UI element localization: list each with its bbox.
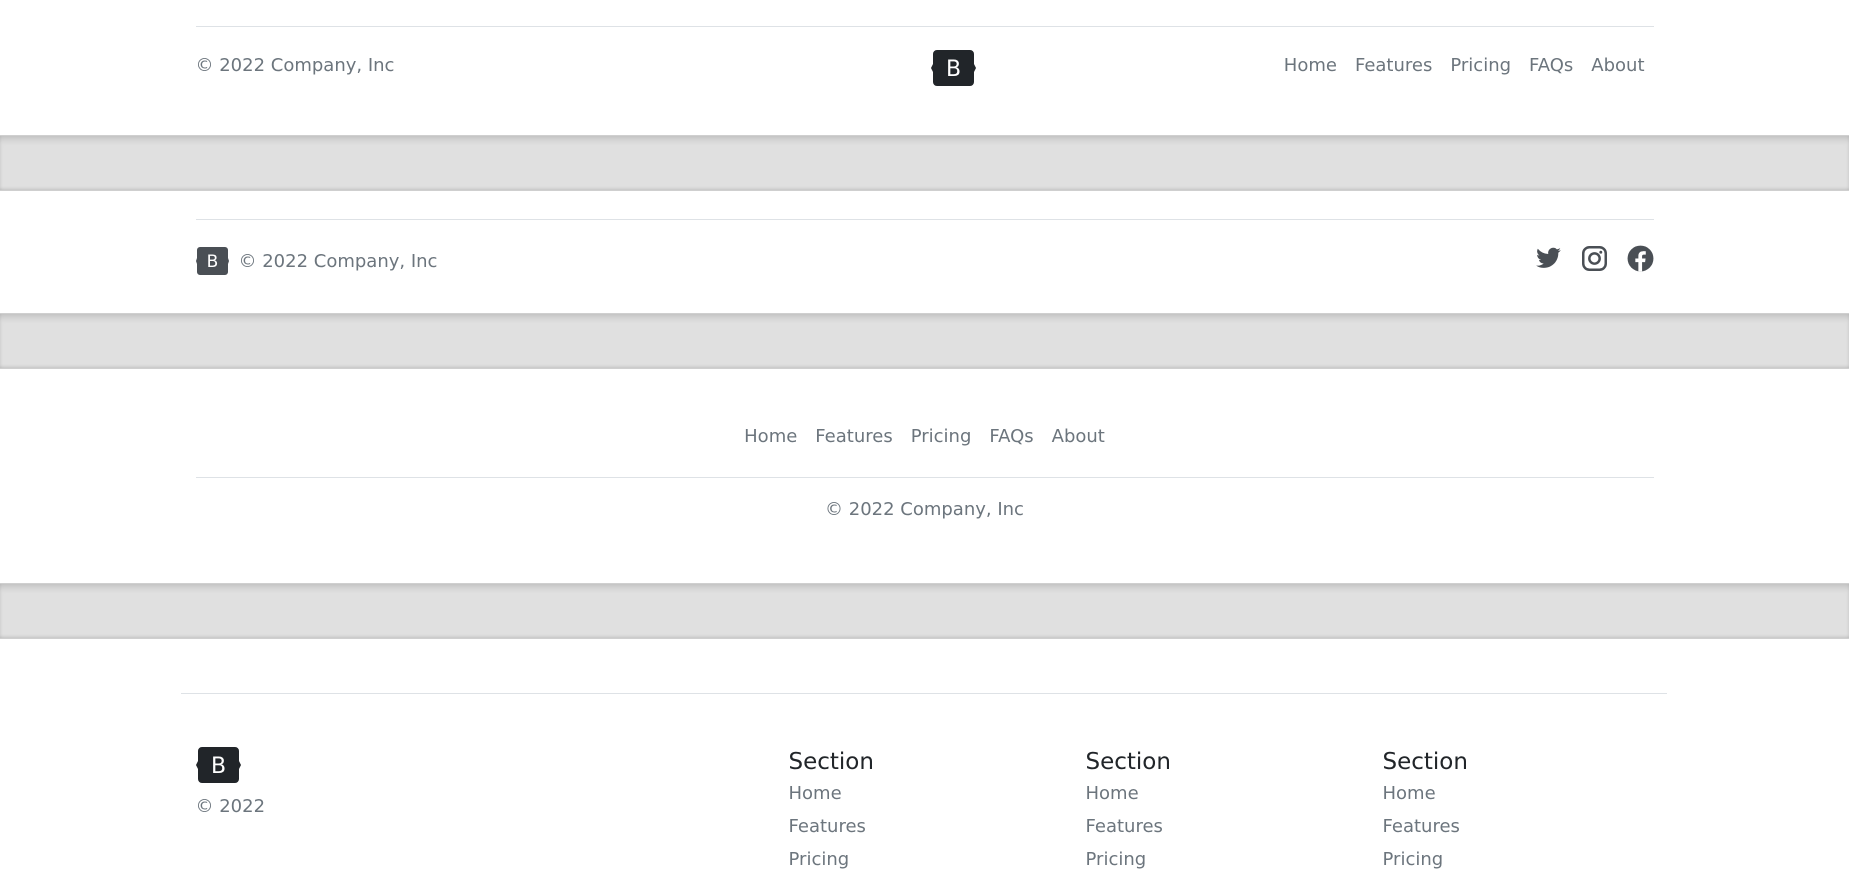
section-divider (0, 313, 1849, 369)
svg-text:B: B (210, 754, 225, 779)
bootstrap-logo-icon[interactable]: B (195, 747, 241, 783)
column-heading: Section (1085, 749, 1171, 775)
footer-brand: B © 2022 Company, Inc (195, 247, 438, 275)
svg-text:B: B (206, 252, 218, 272)
bootstrap-logo-icon[interactable]: B (930, 50, 976, 86)
copyright-text: © 2022 Company, Inc (238, 250, 438, 272)
nav-features-link[interactable]: Features (1346, 55, 1441, 76)
nav-faqs-link[interactable]: FAQs (980, 426, 1042, 447)
twitter-icon[interactable] (1535, 245, 1562, 272)
instagram-icon[interactable] (1581, 245, 1608, 272)
footer-centered-logo: © 2022 Company, Inc B Home Features Pric… (0, 0, 1849, 135)
copyright-text: © 2022 Company, Inc (195, 55, 395, 76)
bootstrap-logo-icon[interactable]: B (195, 247, 229, 275)
column-link-features[interactable]: Features (1086, 816, 1171, 837)
copyright-text: © 2022 (195, 796, 266, 817)
section-divider (0, 583, 1849, 639)
column-link-pricing[interactable]: Pricing (789, 849, 874, 870)
section-divider (0, 135, 1849, 191)
top-divider (180, 693, 1667, 694)
nav-home-link[interactable]: Home (1275, 55, 1346, 76)
column-link-pricing[interactable]: Pricing (1383, 849, 1468, 870)
copyright-text: © 2022 Company, Inc (825, 499, 1024, 520)
footer-nav: Home Features Pricing FAQs About (1275, 55, 1645, 76)
footer-nav: Home Features Pricing FAQs About (196, 426, 1654, 447)
footer-columns: B © 2022 Section Home Features Pricing S… (0, 639, 1849, 870)
column-link-home[interactable]: Home (789, 783, 874, 804)
nav-about-link[interactable]: About (1043, 426, 1114, 447)
facebook-icon[interactable] (1627, 245, 1654, 272)
nav-pricing-link[interactable]: Pricing (902, 426, 981, 447)
column-link-home[interactable]: Home (1383, 783, 1468, 804)
nav-pricing-link[interactable]: Pricing (1441, 55, 1520, 76)
nav-features-link[interactable]: Features (806, 426, 901, 447)
footer-column: Section Home Features Pricing (1383, 749, 1468, 882)
footer-centered-nav: Home Features Pricing FAQs About © 2022 … (0, 369, 1849, 583)
column-heading: Section (1382, 749, 1468, 775)
top-divider (195, 219, 1654, 220)
footer-social: B © 2022 Company, Inc (0, 191, 1849, 313)
column-link-features[interactable]: Features (789, 816, 874, 837)
nav-about-link[interactable]: About (1582, 55, 1644, 76)
footer-column: Section Home Features Pricing (789, 749, 874, 882)
footer-column: Section Home Features Pricing (1086, 749, 1171, 882)
column-heading: Section (788, 749, 874, 775)
svg-text:B: B (945, 57, 960, 82)
nav-home-link[interactable]: Home (735, 426, 806, 447)
social-links (1535, 245, 1654, 272)
nav-faqs-link[interactable]: FAQs (1520, 55, 1582, 76)
top-divider (195, 26, 1654, 27)
column-link-pricing[interactable]: Pricing (1086, 849, 1171, 870)
column-link-home[interactable]: Home (1086, 783, 1171, 804)
column-link-features[interactable]: Features (1383, 816, 1468, 837)
nav-divider (195, 477, 1654, 478)
